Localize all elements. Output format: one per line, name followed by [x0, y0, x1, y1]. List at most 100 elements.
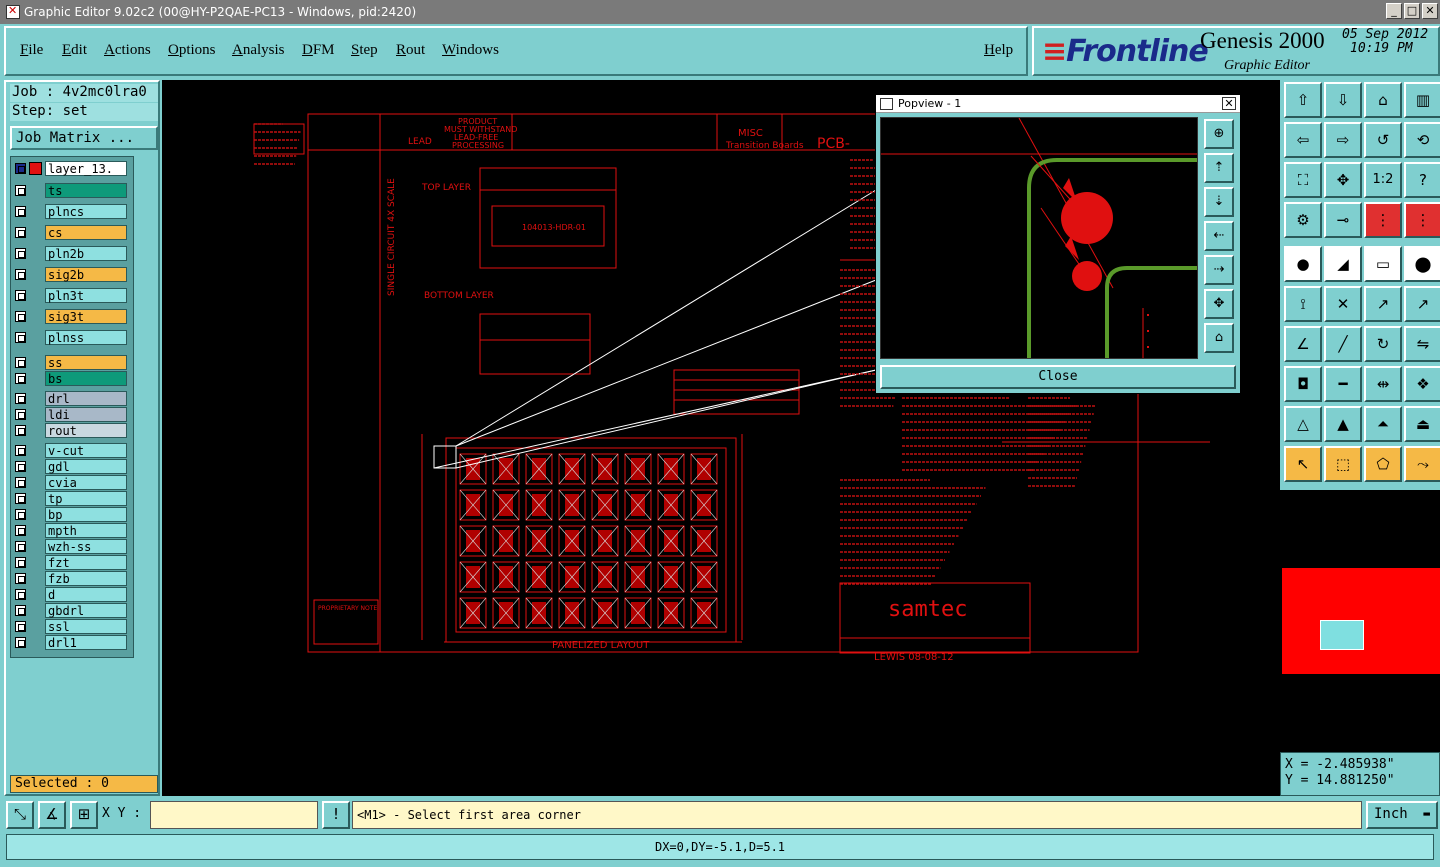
layer-checkbox[interactable] [15, 163, 26, 174]
layer-checkbox[interactable] [15, 185, 26, 196]
layer-checkbox[interactable] [15, 541, 26, 552]
layer-row-tp[interactable]: tp [13, 491, 133, 506]
snap-grid-icon[interactable]: ⊞ [70, 801, 98, 829]
menu-options[interactable]: Options [168, 42, 216, 59]
layer-checkbox[interactable] [15, 409, 26, 420]
dimension-icon[interactable]: ⇹ [1364, 366, 1402, 402]
select-poly-icon[interactable]: ⬠ [1364, 446, 1402, 482]
help-query-icon[interactable]: ? [1404, 162, 1440, 198]
line-select-icon[interactable]: ━ [1324, 366, 1362, 402]
layer-name[interactable]: rout [45, 423, 127, 438]
layer-name[interactable]: bp [45, 507, 127, 522]
layer-name[interactable]: sig2b [45, 267, 127, 282]
layer-row-rout[interactable]: rout [13, 423, 133, 438]
layer-name[interactable]: plncs [45, 204, 127, 219]
layer-checkbox[interactable] [15, 393, 26, 404]
select-net-icon[interactable]: ⤳ [1404, 446, 1440, 482]
layer-checkbox[interactable] [15, 373, 26, 384]
mirror-icon[interactable]: ⇋ [1404, 326, 1440, 362]
menu-dfm[interactable]: DFM [302, 42, 335, 59]
layer-name[interactable]: v-cut [45, 443, 127, 458]
layer-name[interactable]: ts [45, 183, 127, 198]
layer-row-sig2b[interactable]: sig2b [13, 267, 133, 282]
round-pad-icon[interactable]: ⬤ [1404, 246, 1440, 282]
layer-row-pln2b[interactable]: pln2b [13, 246, 133, 261]
layer-name[interactable]: fzb [45, 571, 127, 586]
ruler-icon[interactable]: ▭ [1364, 246, 1402, 282]
menu-rout[interactable]: Rout [396, 42, 425, 59]
arc-icon[interactable]: ↻ [1364, 326, 1402, 362]
move-arrow-icon[interactable]: ↗ [1364, 286, 1402, 322]
layer-name[interactable]: bs [45, 371, 127, 386]
layer-row-ss[interactable]: ss [13, 355, 133, 370]
layer-name[interactable]: ldi [45, 407, 127, 422]
layer-name[interactable]: ss [45, 355, 127, 370]
job-matrix-button[interactable]: Job Matrix ... [10, 126, 158, 150]
triangle-4-icon[interactable]: ⏏ [1404, 406, 1440, 442]
layer-row-gdl[interactable]: gdl [13, 459, 133, 474]
popview-pan-right-button[interactable]: ⇢ [1204, 255, 1234, 285]
layer-row-fzb[interactable]: fzb [13, 571, 133, 586]
diagonal-line-icon[interactable]: ╱ [1324, 326, 1362, 362]
layer-checkbox[interactable] [15, 477, 26, 488]
net-select-icon[interactable]: ⋮ [1404, 202, 1440, 238]
pad-select-icon[interactable]: ◘ [1284, 366, 1322, 402]
alert-icon[interactable]: ! [322, 801, 350, 829]
add-surface-icon[interactable]: ◢ [1324, 246, 1362, 282]
minimize-button[interactable]: _ [1386, 3, 1402, 19]
layer-row-drl[interactable]: drl [13, 391, 133, 406]
menu-step[interactable]: Step [351, 42, 378, 59]
net-highlight-icon[interactable]: ⋮ [1364, 202, 1402, 238]
layer-row-fzt[interactable]: fzt [13, 555, 133, 570]
popview-canvas[interactable] [880, 117, 1198, 359]
layer-checkbox[interactable] [15, 290, 26, 301]
probe-icon[interactable]: ⊸ [1324, 202, 1362, 238]
layer-checkbox[interactable] [15, 525, 26, 536]
select-pointer-icon[interactable]: ↖ [1284, 446, 1322, 482]
layer-name[interactable]: tp [45, 491, 127, 506]
layer-name[interactable]: gdl [45, 459, 127, 474]
layer-checkbox[interactable] [15, 206, 26, 217]
popview-pan-up-button[interactable]: ⇡ [1204, 153, 1234, 183]
pan-up-icon[interactable]: ⇧ [1284, 82, 1322, 118]
home-icon[interactable]: ⌂ [1364, 82, 1402, 118]
layer-checkbox[interactable] [15, 425, 26, 436]
layer-name[interactable]: mpth [45, 523, 127, 538]
layer-row-plnss[interactable]: plnss [13, 330, 133, 345]
layer-name[interactable]: layer_13. [45, 161, 127, 176]
layer-row-drl1[interactable]: drl1 [13, 635, 133, 650]
layer-row-cvia[interactable]: cvia [13, 475, 133, 490]
menu-analysis[interactable]: Analysis [232, 42, 285, 59]
layer-checkbox[interactable] [15, 461, 26, 472]
undo-view-icon[interactable]: ↺ [1364, 122, 1402, 158]
layer-checkbox[interactable] [15, 357, 26, 368]
layer-name[interactable]: pln3t [45, 288, 127, 303]
menu-file[interactable]: File [20, 42, 43, 59]
layer-checkbox[interactable] [15, 509, 26, 520]
xy-input[interactable] [150, 801, 318, 829]
snap-angle-icon[interactable]: ∡ [38, 801, 66, 829]
layer-row-ssl[interactable]: ssl [13, 619, 133, 634]
layer-name[interactable]: drl [45, 391, 127, 406]
popview-pan-left-button[interactable]: ⇠ [1204, 221, 1234, 251]
layer-name[interactable]: sig3t [45, 309, 127, 324]
menu-actions[interactable]: Actions [104, 42, 151, 59]
triangle-3-icon[interactable]: ⏶ [1364, 406, 1402, 442]
layer-checkbox[interactable] [15, 332, 26, 343]
popview-home-button[interactable]: ⌂ [1204, 323, 1234, 353]
menu-edit[interactable]: Edit [62, 42, 87, 59]
popview-close-button[interactable]: Close [880, 365, 1236, 389]
unit-selector[interactable]: Inch ▬ [1366, 801, 1438, 829]
layer-name[interactable]: d [45, 587, 127, 602]
select-box-icon[interactable]: ⬚ [1324, 446, 1362, 482]
layer-name[interactable]: pln2b [45, 246, 127, 261]
layer-row-plncs[interactable]: plncs [13, 204, 133, 219]
layer-row-layer_13.[interactable]: layer_13. [13, 161, 133, 176]
layer-checkbox[interactable] [15, 248, 26, 259]
layer-name[interactable]: ssl [45, 619, 127, 634]
layer-name[interactable]: cvia [45, 475, 127, 490]
layer-name[interactable]: plnss [45, 330, 127, 345]
layer-checkbox[interactable] [15, 311, 26, 322]
layer-row-wzh-ss[interactable]: wzh-ss [13, 539, 133, 554]
pan-left-icon[interactable]: ⇦ [1284, 122, 1322, 158]
